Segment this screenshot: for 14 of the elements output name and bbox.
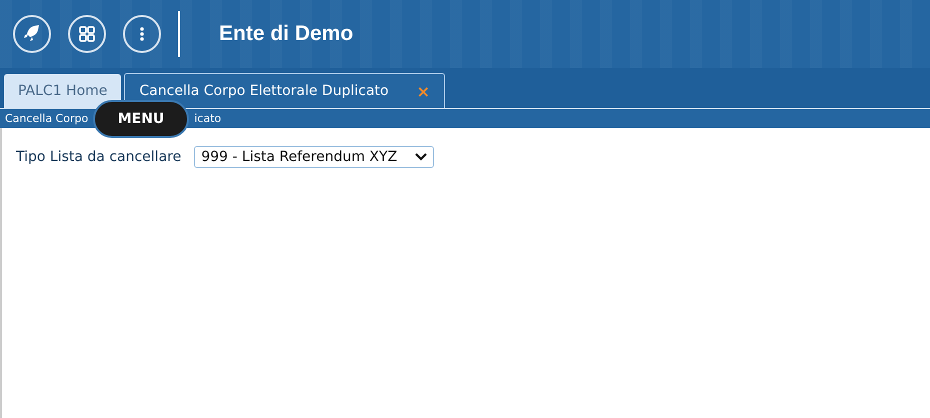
app-title: Ente di Demo [219,22,354,46]
breadcrumb-text: icato [194,111,222,127]
menu-icon[interactable] [123,15,161,53]
list-type-dropdown[interactable]: 999 - Lista Referendum XYZ [194,146,434,168]
field-label: Tipo Lista da cancellare [16,149,182,165]
tab-label[interactable]: Cancella Corpo Elettorale Duplicato [139,83,389,99]
rocket-icon[interactable] [13,15,51,53]
chevron-down-icon[interactable] [415,153,428,161]
tab[interactable]: Cancella Corpo Elettorale Duplicato × [124,73,445,108]
tab[interactable]: PALC1 Home [4,74,122,108]
tab-label[interactable]: PALC1 Home [18,83,108,99]
menu-tooltip: MENU [93,100,189,138]
breadcrumb-text: Cancella Corpo [5,111,88,127]
grid-icon[interactable] [68,15,106,53]
